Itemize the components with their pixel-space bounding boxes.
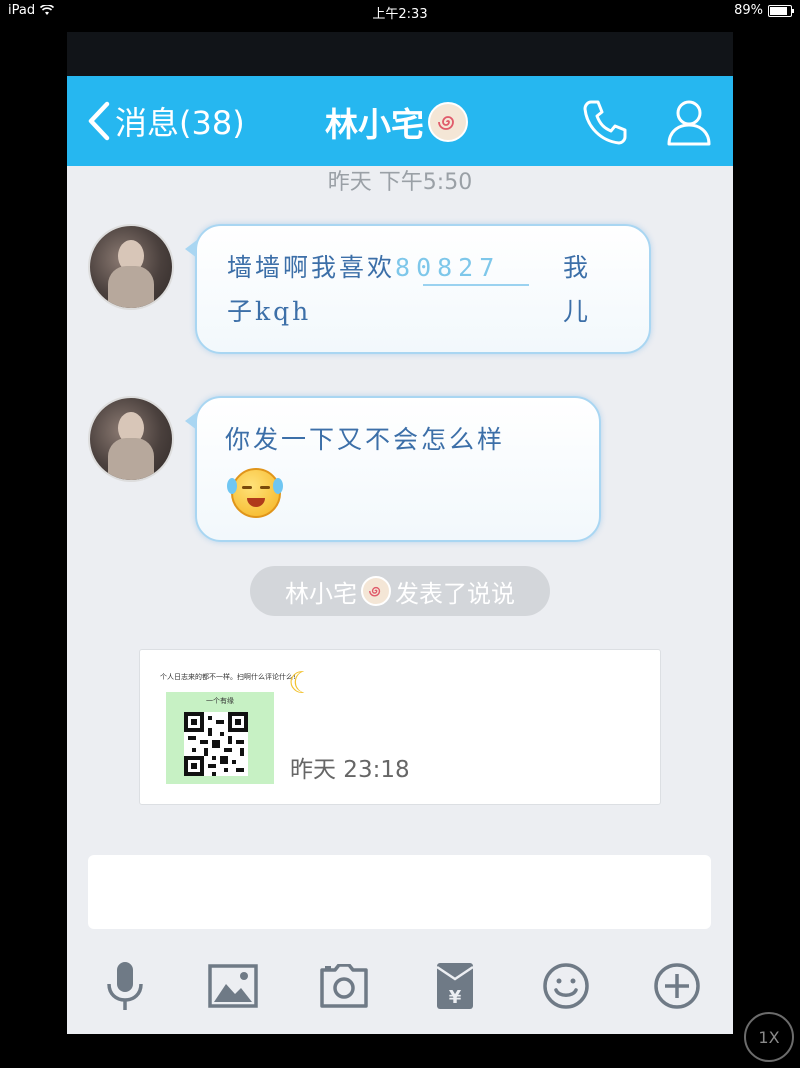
battery-percent: 89%	[734, 3, 763, 18]
post-image: 一个有缘	[166, 692, 274, 784]
red-packet-button[interactable]: ¥	[427, 958, 483, 1014]
qr-label: 一个有缘	[206, 697, 234, 705]
post-card[interactable]: 个人日志来的都不一样。扫啊什么评论什么! ☾ 一个有缘 昨天 23:18	[139, 649, 661, 805]
image-icon	[208, 964, 258, 1008]
camera-button[interactable]	[316, 958, 372, 1014]
spiral-badge-icon	[361, 576, 391, 606]
post-caption: 个人日志来的都不一样。扫啊什么评论什么!	[160, 673, 296, 681]
input-toolbar: ¥	[67, 952, 733, 1022]
camera-icon	[320, 964, 368, 1008]
moon-icon: ☾	[288, 666, 315, 701]
post-time: 昨天 23:18	[290, 757, 410, 783]
notice-name: 林小宅	[285, 579, 357, 608]
status-time: 上午2:33	[372, 7, 428, 22]
red-packet-icon: ¥	[436, 963, 474, 1009]
chevron-left-icon	[88, 101, 110, 141]
photo-button[interactable]	[205, 958, 261, 1014]
svg-text:¥: ¥	[449, 987, 462, 1008]
message-bubble[interactable]: 你发一下又不会怎么样	[185, 396, 601, 542]
emoji-button[interactable]	[538, 958, 594, 1014]
message-text: 墙墙啊我喜欢	[227, 253, 396, 282]
back-label: 消息(38)	[115, 104, 245, 142]
zoom-toggle-button[interactable]: 1X	[744, 1012, 794, 1062]
message-timestamp: 昨天 下午5:50	[327, 170, 473, 195]
battery-icon	[768, 4, 794, 17]
chat-title[interactable]: 林小宅	[325, 98, 468, 146]
message-number: 80827	[395, 253, 501, 282]
contact-name: 林小宅	[325, 105, 424, 144]
plus-icon	[654, 963, 700, 1009]
post-notice[interactable]: 林小宅 发表了说说	[250, 566, 550, 616]
qr-code-icon	[184, 712, 248, 776]
profile-button[interactable]	[663, 96, 715, 152]
message-bubble[interactable]: 墙墙啊我喜欢80827 我 子kqh 儿	[185, 224, 651, 354]
laughing-crying-emoji-icon	[227, 468, 283, 518]
notice-action: 发表了说说	[395, 579, 515, 608]
spiral-badge-icon	[428, 102, 468, 142]
voice-button[interactable]	[97, 958, 153, 1014]
phone-icon	[583, 100, 627, 145]
more-button[interactable]	[649, 958, 705, 1014]
avatar[interactable]	[88, 396, 174, 482]
back-button[interactable]: 消息(38)	[85, 98, 245, 144]
emoji-icon	[543, 963, 589, 1009]
chat-screen: 消息(38) 林小宅 昨天 下午5:50 墙墙啊我喜欢80827 我 子kqh …	[67, 32, 733, 1034]
user-icon	[667, 100, 711, 146]
message-text: 子kqh	[227, 297, 312, 326]
status-bar: iPad 上午2:33 89%	[0, 0, 800, 22]
message-text: 儿	[563, 297, 592, 326]
message-text: 我	[563, 253, 592, 282]
avatar[interactable]	[88, 224, 174, 310]
message-text: 你发一下又不会怎么样	[225, 425, 506, 454]
call-button[interactable]	[579, 96, 631, 152]
message-input[interactable]	[88, 855, 711, 929]
navigation-bar: 消息(38) 林小宅	[67, 76, 733, 166]
app-top-strip	[67, 32, 733, 76]
microphone-icon	[107, 962, 143, 1010]
